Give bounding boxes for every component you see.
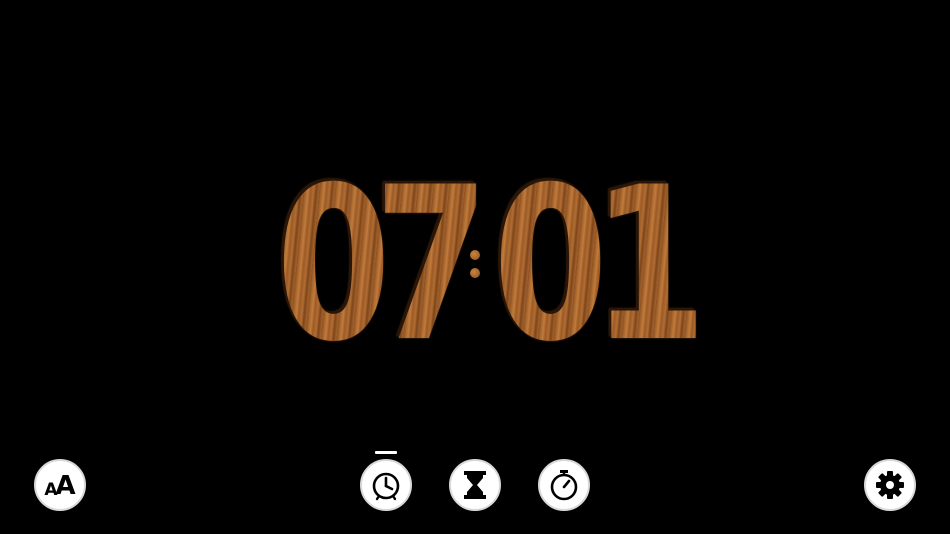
clock-mode-button[interactable] — [360, 459, 412, 511]
minute-ones-digit: 1 — [592, 141, 708, 388]
time-display: 0 7 0 1 — [0, 150, 950, 380]
hourglass-icon — [459, 468, 491, 502]
gear-icon — [875, 470, 905, 500]
stopwatch-mode-button[interactable] — [538, 459, 590, 511]
settings-button[interactable] — [864, 459, 916, 511]
colon-dot-top — [470, 250, 480, 260]
colon-dot-bottom — [470, 268, 480, 278]
minute-tens-digit: 0 — [493, 141, 609, 388]
font-size-button[interactable]: A A — [34, 459, 86, 511]
clock-screen: 0 7 0 1 A A — [0, 0, 950, 534]
font-size-large-letter: A — [55, 471, 76, 501]
active-mode-indicator — [375, 451, 397, 454]
clock-icon — [369, 468, 403, 502]
stopwatch-icon — [547, 468, 581, 502]
timer-mode-button[interactable] — [449, 459, 501, 511]
font-size-icon: A A — [44, 473, 75, 499]
hour-ones-digit: 7 — [374, 141, 490, 388]
